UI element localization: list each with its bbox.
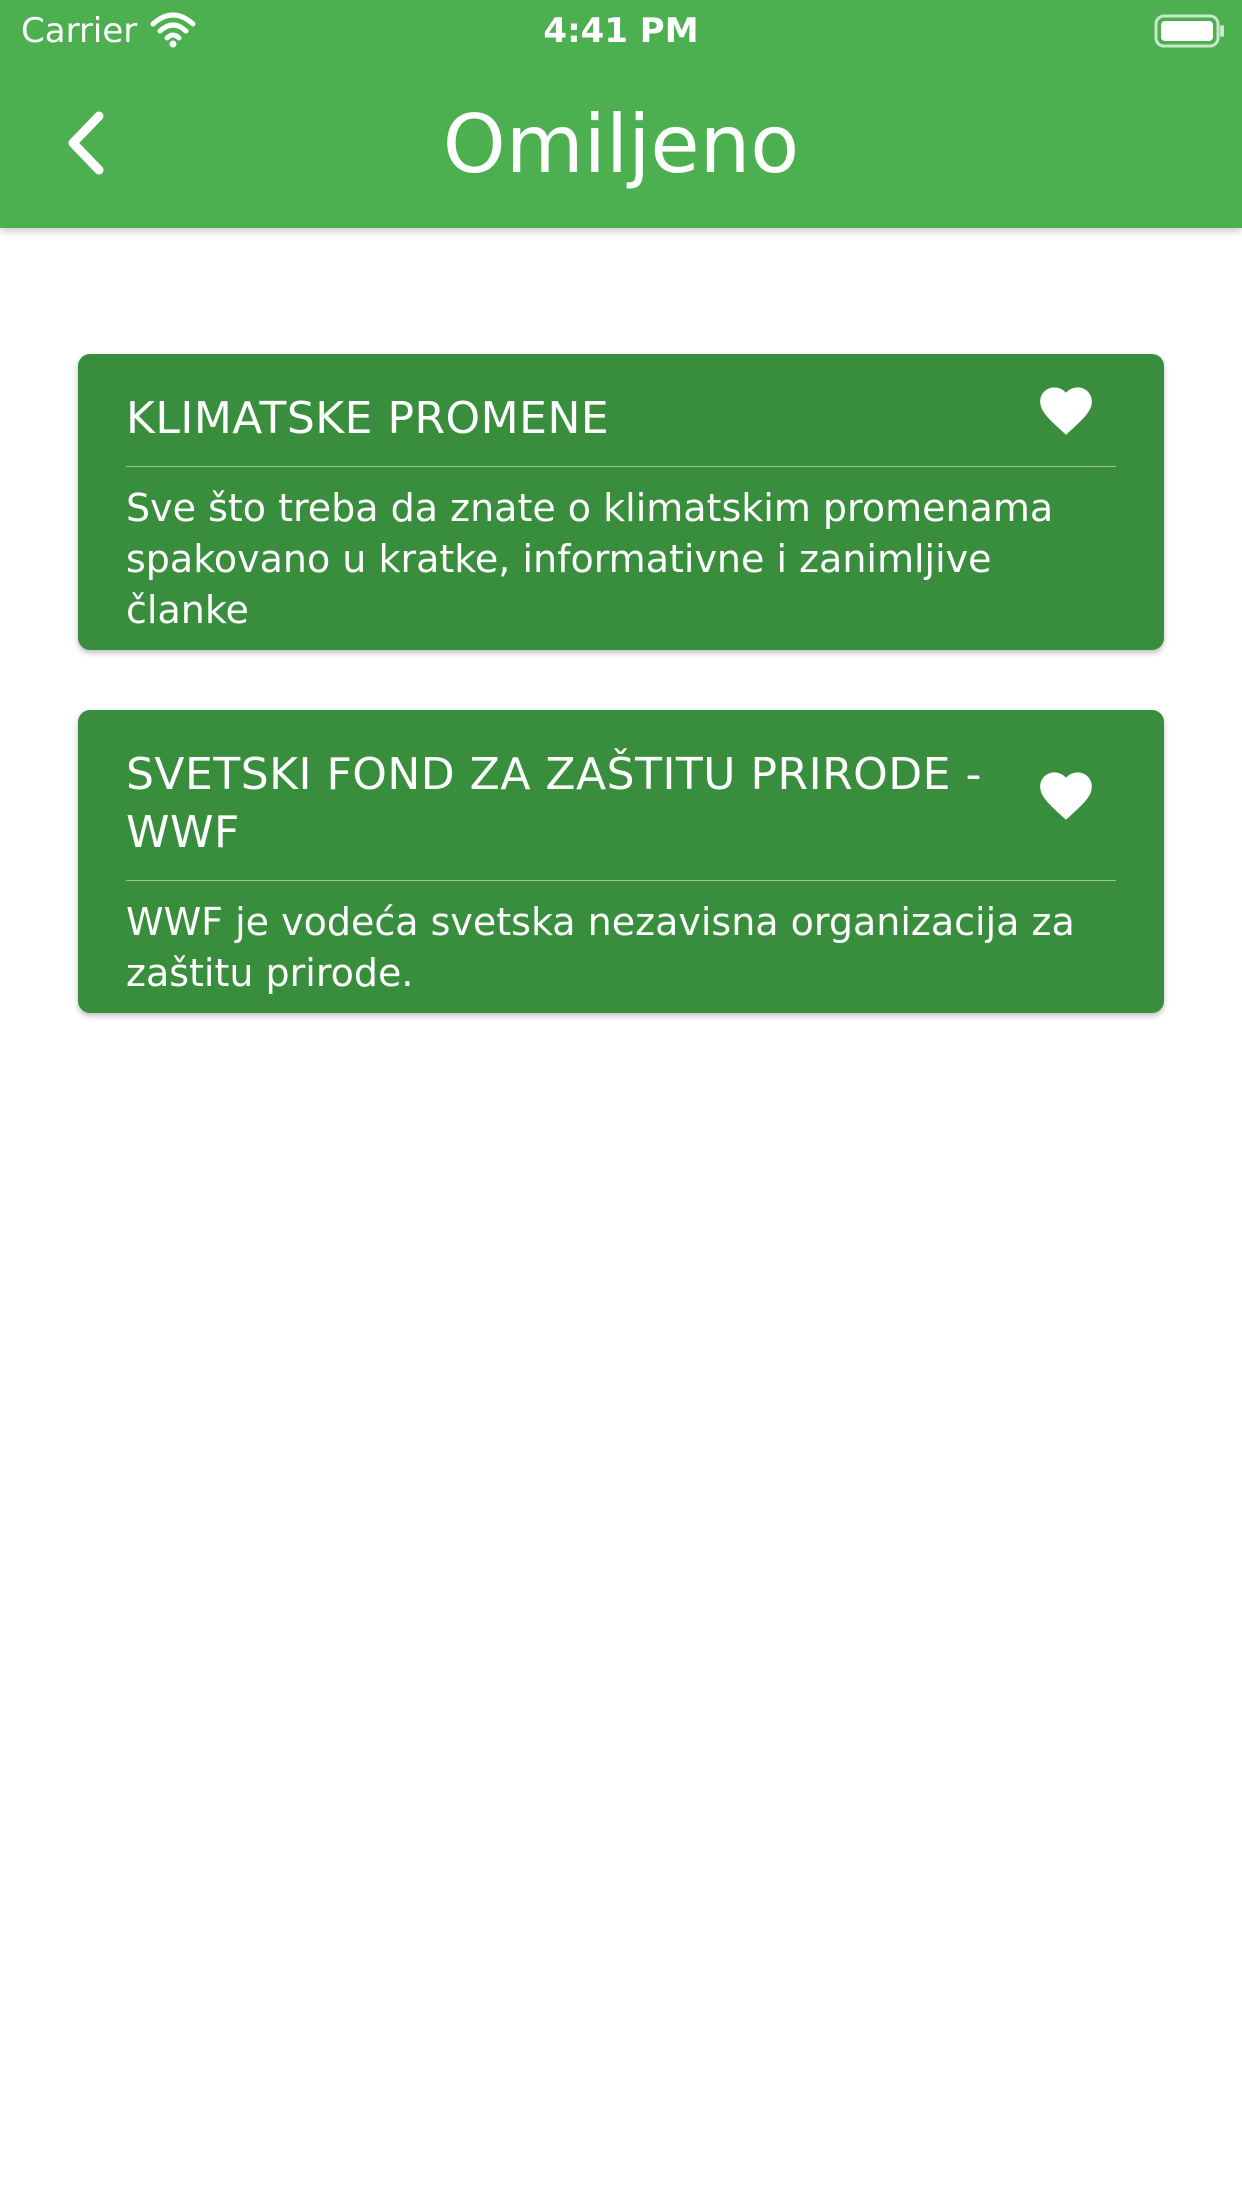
card-title: KLIMATSKE PROMENE [126,393,610,444]
chevron-left-icon [61,110,109,180]
back-button[interactable] [40,100,130,190]
card-header: KLIMATSKE PROMENE [126,354,1116,467]
card-description: WWF je vodeća svetska nezavisna organiza… [126,900,1075,995]
heart-icon [1035,379,1097,441]
card-description: Sve što treba da znate o klimatskim prom… [126,486,1054,632]
favorite-card[interactable]: SVETSKI FOND ZA ZAŠTITU PRIRODE - WWF WW… [78,710,1164,1013]
battery-full-icon [1154,14,1226,48]
favorite-card[interactable]: KLIMATSKE PROMENE Sve što treba da znate… [78,354,1164,650]
status-time: 4:41 PM [543,11,699,51]
card-title: SVETSKI FOND ZA ZAŠTITU PRIRODE - WWF [126,749,982,858]
favorite-toggle-button[interactable] [1016,360,1116,460]
app-bar: Carrier 4:41 PM Omiljeno [0,0,1242,228]
favorite-toggle-button[interactable] [1016,745,1116,845]
card-header: SVETSKI FOND ZA ZAŠTITU PRIRODE - WWF [126,710,1116,881]
status-bar: Carrier 4:41 PM [0,0,1242,62]
favorites-list: KLIMATSKE PROMENE Sve što treba da znate… [78,354,1164,1073]
page-title: Omiljeno [442,98,800,191]
heart-icon [1035,764,1097,826]
